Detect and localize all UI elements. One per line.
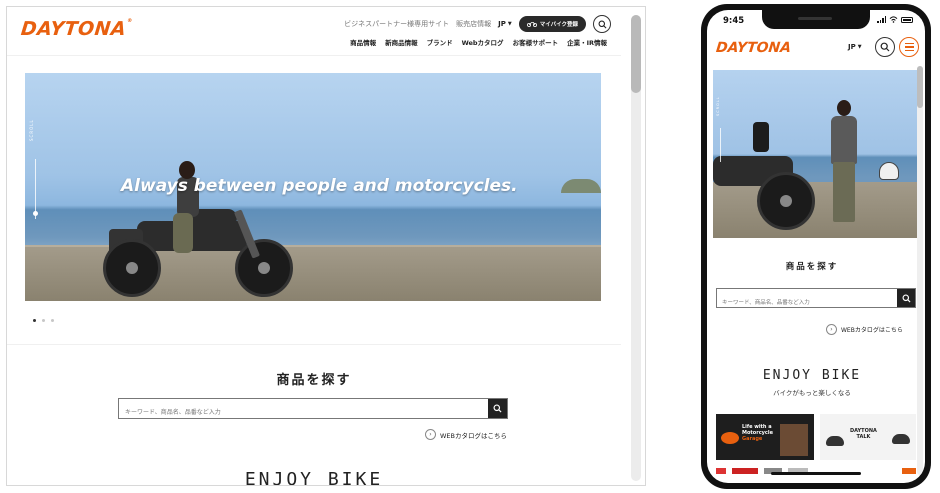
helmet-icon xyxy=(892,434,910,444)
desktop-page: DAYTONA® ビジネスパートナー様専用サイト 販売店情報 JP ▼ マイバイ… xyxy=(7,7,621,486)
utility-links: ビジネスパートナー様専用サイト 販売店情報 JP ▼ マイバイク登録 xyxy=(344,14,611,34)
global-nav: 商品情報 新商品情報 ブランド Webカタログ お客様サポート 企業・IR情報 xyxy=(350,37,607,47)
battery-icon xyxy=(901,16,913,23)
language-label: JP xyxy=(848,43,856,51)
status-time: 9:45 xyxy=(723,16,745,26)
garage-card-text: Life with a Motorcycle Garage xyxy=(742,424,773,442)
desktop-browser-view: DAYTONA® ビジネスパートナー様専用サイト 販売店情報 JP ▼ マイバイ… xyxy=(6,6,646,486)
helmet-photo xyxy=(879,162,899,180)
enjoy-bike-subtitle: バイクがもっと楽しくなる xyxy=(773,389,851,397)
bike-icon xyxy=(526,22,537,27)
language-selector[interactable]: JP ▼ xyxy=(498,20,512,28)
search-icon xyxy=(901,293,911,303)
desktop-scrollbar[interactable] xyxy=(631,15,641,481)
hero-island xyxy=(561,179,601,193)
caret-down-icon: ▼ xyxy=(507,21,512,27)
daytona-badge-icon xyxy=(721,432,739,444)
garage-card-line3: Garage xyxy=(742,436,763,442)
header-search-button[interactable] xyxy=(593,15,611,33)
helmet-icon xyxy=(826,436,844,446)
trademark-mark: ® xyxy=(126,18,133,24)
daytona-logo[interactable]: DAYTONA xyxy=(715,40,792,56)
garage-card-image xyxy=(780,424,808,456)
nav-brands[interactable]: ブランド xyxy=(427,37,453,47)
nav-products[interactable]: 商品情報 xyxy=(350,37,376,47)
mybike-register-button[interactable]: マイバイク登録 xyxy=(518,16,586,32)
scroll-indicator-line xyxy=(35,159,36,219)
mobile-device-frame: 9:45 DAYTONA JP ▼ SCROLL 商品を探す キーワード、商品名… xyxy=(701,4,931,489)
daytona-logo[interactable]: DAYTONA® xyxy=(20,18,133,40)
partner-site-link[interactable]: ビジネスパートナー様専用サイト xyxy=(344,19,449,29)
enjoy-bike-heading: ENJOY BIKE xyxy=(762,368,862,383)
chevron-right-icon: › xyxy=(826,324,837,335)
section-divider xyxy=(7,344,621,345)
bike-windshield xyxy=(753,122,769,152)
language-label: JP xyxy=(498,20,506,28)
product-search-submit[interactable] xyxy=(488,399,507,418)
web-catalog-label: WEBカタログはこちら xyxy=(841,327,903,334)
header-search-button[interactable] xyxy=(875,37,895,57)
chevron-right-icon: › xyxy=(425,429,436,440)
mobile-scrollbar-thumb[interactable] xyxy=(917,66,923,108)
caret-down-icon: ▼ xyxy=(857,44,862,50)
phone-notch xyxy=(762,10,870,29)
bike-rear-hub xyxy=(126,262,138,274)
phone-speaker xyxy=(798,17,832,20)
bike-front-hub xyxy=(258,262,270,274)
nav-corporate[interactable]: 企業・IR情報 xyxy=(567,37,607,47)
signal-icon xyxy=(877,16,886,23)
product-search-box xyxy=(716,288,916,312)
status-icons xyxy=(877,16,913,23)
hamburger-menu-icon[interactable] xyxy=(899,37,919,57)
web-catalog-label: WEBカタログはこちら xyxy=(440,431,507,440)
web-catalog-link[interactable]: › WEBカタログはこちら xyxy=(425,429,507,440)
scroll-indicator-label: SCROLL xyxy=(29,119,34,141)
mobile-screen: 9:45 DAYTONA JP ▼ SCROLL 商品を探す キーワード、商品名… xyxy=(707,10,925,483)
slider-dot-2[interactable] xyxy=(42,319,45,322)
talk-card-line2: TALK xyxy=(856,434,871,440)
logo-text: DAYTONA xyxy=(19,18,128,40)
mobile-hero-image[interactable]: SCROLL xyxy=(713,70,917,238)
hero-tagline: Always between people and motorcycles. xyxy=(121,176,518,196)
daytona-talk-text: DAYTONA TALK xyxy=(850,428,877,440)
search-icon xyxy=(598,20,606,28)
scroll-indicator-label: SCROLL xyxy=(716,96,720,116)
hero-motorcycle-photo xyxy=(713,110,823,238)
mybike-label: マイバイク登録 xyxy=(539,22,578,28)
home-indicator[interactable] xyxy=(771,472,861,475)
wifi-icon xyxy=(889,16,898,23)
dealer-info-link[interactable]: 販売店情報 xyxy=(456,19,491,29)
bike-front-hub xyxy=(780,195,792,207)
hero-slider[interactable]: Always between people and motorcycles. S… xyxy=(25,73,601,301)
nav-support[interactable]: お客様サポート xyxy=(513,37,559,47)
product-search-submit[interactable] xyxy=(897,289,915,307)
product-search-box xyxy=(118,398,508,422)
garage-card[interactable]: Life with a Motorcycle Garage xyxy=(716,414,814,460)
mobile-scrollbar[interactable] xyxy=(917,66,923,475)
search-icon xyxy=(493,404,502,413)
product-search-input[interactable] xyxy=(119,403,485,422)
slider-pagination xyxy=(33,319,54,322)
daytona-talk-card[interactable]: DAYTONA TALK xyxy=(820,414,916,460)
rider-legs xyxy=(173,213,193,253)
nav-web-catalog[interactable]: Webカタログ xyxy=(462,37,504,47)
slider-dot-1[interactable] xyxy=(33,319,36,322)
language-selector[interactable]: JP ▼ xyxy=(848,43,862,51)
web-catalog-link[interactable]: › WEBカタログはこちら xyxy=(826,324,903,335)
find-products-heading: 商品を探す xyxy=(785,262,839,272)
slider-dot-3[interactable] xyxy=(51,319,54,322)
nav-new-products[interactable]: 新商品情報 xyxy=(385,37,418,47)
enjoy-bike-heading: ENJOY BIKE xyxy=(244,469,384,486)
desktop-scrollbar-thumb[interactable] xyxy=(631,15,641,93)
scroll-indicator-line xyxy=(720,128,721,162)
header-divider xyxy=(7,55,621,56)
search-icon xyxy=(880,42,890,52)
find-products-heading: 商品を探す xyxy=(276,373,352,388)
scroll-indicator-dot xyxy=(33,211,38,216)
rider-standing-photo xyxy=(825,100,863,230)
product-search-input[interactable] xyxy=(717,294,895,312)
